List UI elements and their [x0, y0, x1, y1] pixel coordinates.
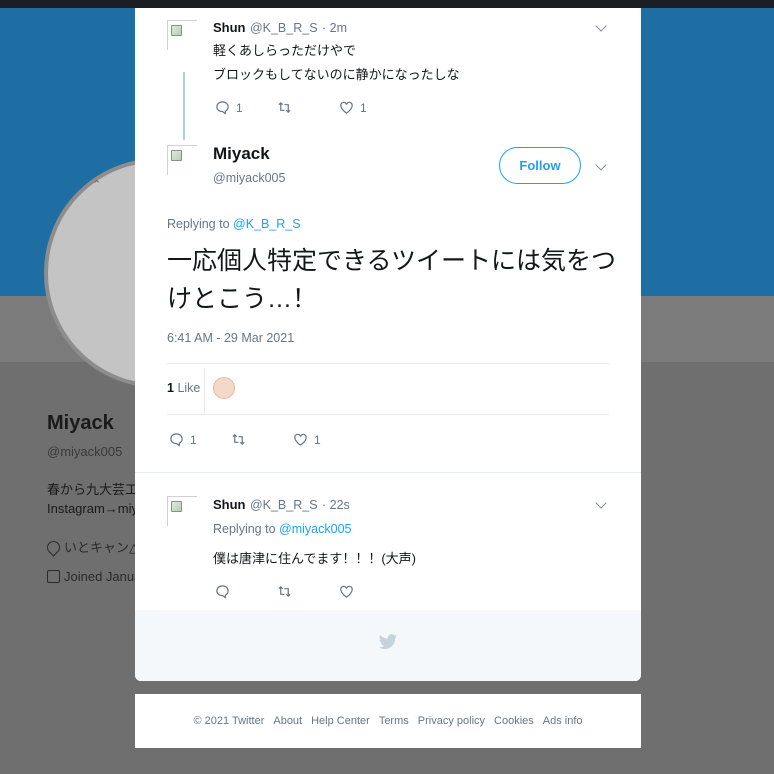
- parent-text-line1: 軽くあしらっただけやで: [213, 43, 357, 58]
- parent-handle[interactable]: @K_B_R_S: [250, 21, 318, 35]
- main-avatar[interactable]: [167, 145, 197, 175]
- footer-terms-link[interactable]: Terms: [379, 715, 409, 727]
- main-chevron-down-icon[interactable]: [595, 159, 607, 171]
- main-replying-prefix: Replying to: [167, 217, 230, 231]
- site-footer: © 2021 Twitter About Help Center Terms P…: [135, 694, 641, 748]
- footer-copyright: © 2021 Twitter: [193, 715, 265, 727]
- parent-name[interactable]: Shun: [213, 20, 246, 35]
- liker-avatar[interactable]: [213, 377, 235, 399]
- tweet-modal: Shun @K_B_R_S · 2m 軽くあしらっただけやで ブロックもしてない…: [135, 8, 641, 681]
- reply-replying-to: Replying to @miyack005: [213, 522, 351, 536]
- footer-help-link[interactable]: Help Center: [311, 715, 370, 727]
- stats-bottom-divider: [167, 414, 609, 415]
- reply-avatar[interactable]: [167, 496, 197, 526]
- reply-replying-link[interactable]: @miyack005: [279, 522, 351, 536]
- reply-handle[interactable]: @K_B_R_S: [250, 498, 318, 512]
- parent-time[interactable]: · 2m: [322, 21, 347, 35]
- main-replying-link[interactable]: @K_B_R_S: [233, 217, 301, 231]
- profile-location: いとキャン△: [44, 537, 139, 557]
- parent-like-button[interactable]: 1: [339, 100, 401, 115]
- main-timestamp[interactable]: 6:41 AM - 29 Mar 2021: [167, 331, 294, 345]
- reply-reply-button[interactable]: [215, 584, 277, 599]
- twitter-bird-icon: [378, 634, 398, 649]
- parent-retweet-button[interactable]: [277, 100, 339, 115]
- heart-icon: [294, 433, 307, 446]
- reply-header: Shun @K_B_R_S · 22s: [213, 496, 350, 514]
- parent-header: Shun @K_B_R_S · 2m: [213, 19, 347, 37]
- main-like-button[interactable]: 1: [293, 432, 355, 447]
- profile-joined: Joined Januar: [47, 569, 146, 584]
- stats-top-divider: [167, 363, 609, 364]
- parent-avatar[interactable]: [167, 20, 197, 50]
- stats-separator: [204, 368, 205, 414]
- footer-ads-link[interactable]: Ads info: [543, 715, 583, 727]
- parent-text-line2: ブロックもしてないのに静かになったしな: [213, 67, 460, 82]
- profile-joined-text: Joined Januar: [64, 569, 146, 584]
- parent-like-count: 1: [360, 100, 367, 115]
- reply-replying-prefix: Replying to: [213, 522, 276, 536]
- main-actions: 1 1: [169, 432, 355, 447]
- main-handle[interactable]: @miyack005: [213, 171, 285, 185]
- calendar-icon: [47, 570, 60, 583]
- reply-actions: [215, 584, 401, 599]
- main-reply-count: 1: [190, 432, 197, 447]
- reply-retweet-button[interactable]: [277, 584, 339, 599]
- follow-button[interactable]: Follow: [499, 147, 581, 184]
- profile-name: Miyack: [47, 412, 114, 434]
- footer-about-link[interactable]: About: [273, 715, 302, 727]
- main-retweet-button[interactable]: [231, 432, 293, 447]
- parent-actions: 1 1: [215, 100, 401, 115]
- reply-name[interactable]: Shun: [213, 497, 246, 512]
- retweet-icon: [278, 585, 291, 598]
- reply-icon: [216, 101, 229, 115]
- likes-stat-label: Like: [177, 381, 201, 395]
- retweet-icon: [232, 433, 245, 446]
- reply-section-divider: [135, 472, 641, 473]
- reply-icon: [170, 433, 183, 447]
- reply-chevron-down-icon[interactable]: [595, 497, 607, 509]
- main-replying-to: Replying to @K_B_R_S: [167, 217, 301, 231]
- likes-stat[interactable]: 1 Like: [167, 381, 200, 395]
- parent-reply-count: 1: [236, 100, 243, 115]
- reply-like-button[interactable]: [339, 584, 401, 599]
- reply-time[interactable]: · 22s: [322, 498, 350, 512]
- reply-icon: [216, 585, 229, 599]
- likes-stat-count: 1: [167, 381, 174, 395]
- thread-line: [183, 72, 185, 140]
- main-name[interactable]: Miyack: [213, 144, 270, 164]
- profile-location-text: いとキャン△: [64, 540, 139, 555]
- main-tweet-text: 一応個人特定できるツイートには気をつけとこう…！: [167, 247, 617, 313]
- profile-handle: @miyack005: [47, 444, 123, 459]
- top-bar: [0, 0, 774, 8]
- footer-privacy-link[interactable]: Privacy policy: [418, 715, 485, 727]
- reply-text: 僕は唐津に住んでます！！！(大声): [213, 551, 417, 566]
- heart-icon: [340, 585, 353, 598]
- profile-bio-line2: Instagram→miya: [47, 501, 146, 516]
- main-like-count: 1: [314, 432, 321, 447]
- main-reply-button[interactable]: 1: [169, 432, 231, 447]
- footer-cookies-link[interactable]: Cookies: [494, 715, 534, 727]
- location-pin-icon: [44, 538, 63, 557]
- parent-reply-button[interactable]: 1: [215, 100, 277, 115]
- parent-chevron-down-icon[interactable]: [595, 20, 607, 32]
- heart-icon: [340, 101, 353, 114]
- retweet-icon: [278, 101, 291, 114]
